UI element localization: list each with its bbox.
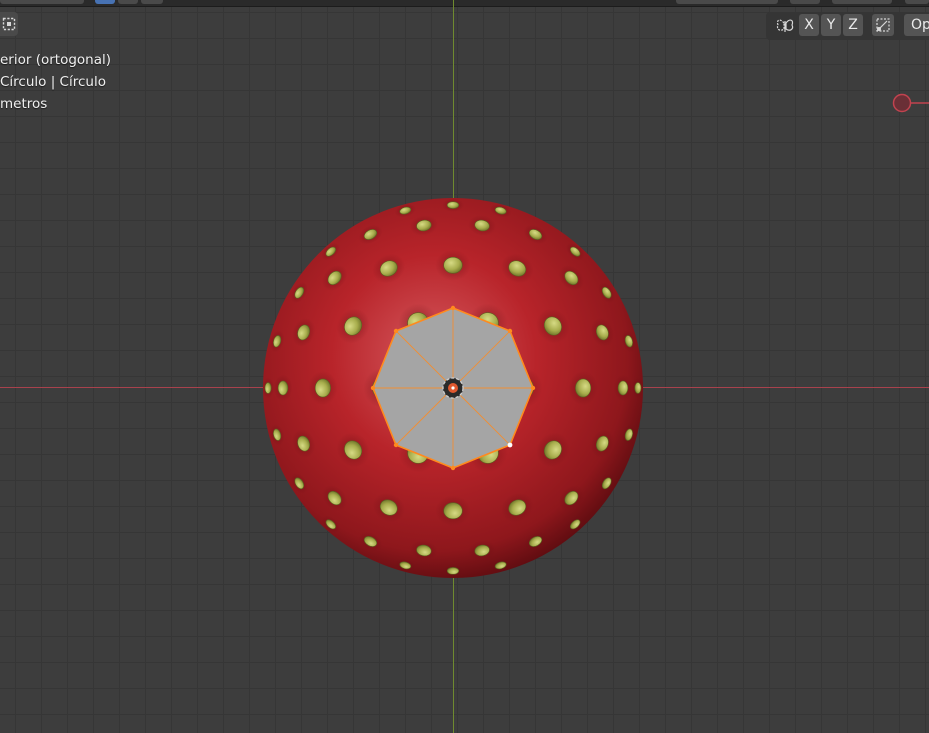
seed: [575, 378, 592, 398]
seed: [314, 378, 331, 398]
seed: [277, 380, 289, 396]
seed: [446, 201, 460, 209]
seed: [446, 567, 460, 575]
seed: [634, 382, 642, 394]
seed: [617, 380, 629, 396]
pivot-center-icon: [442, 377, 464, 399]
strawberry-mesh[interactable]: [0, 0, 929, 733]
seed: [264, 382, 272, 394]
seed: [443, 502, 463, 520]
seed: [443, 256, 463, 274]
